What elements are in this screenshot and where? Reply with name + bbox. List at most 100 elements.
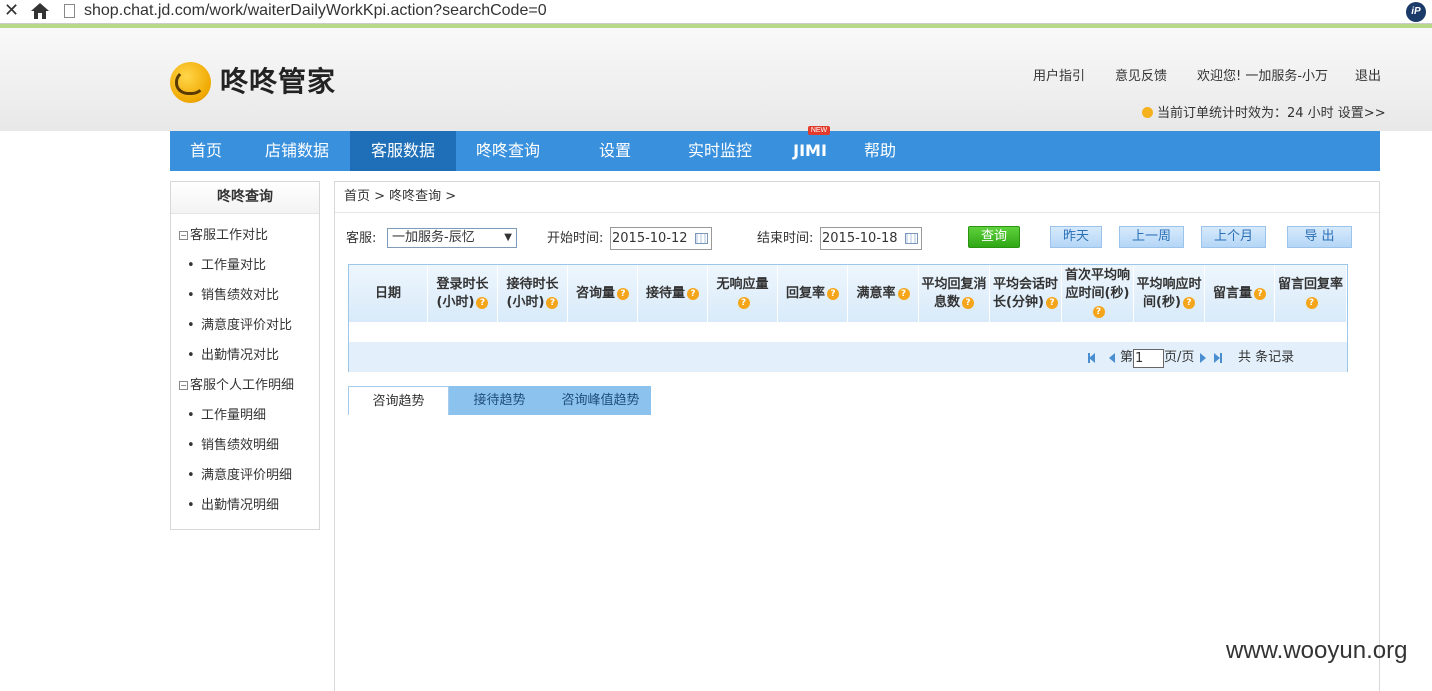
pagination-bar: 第 1 页/页 共 条记录 — [349, 342, 1347, 372]
nav-dongdong-query[interactable]: 咚咚查询 — [462, 131, 554, 171]
table-header-cell: 登录时长(小时)? — [428, 265, 498, 322]
main-panel — [334, 181, 1380, 691]
sidebar-group-detail[interactable]: − 客服个人工作明细 — [179, 377, 294, 395]
end-date-input[interactable]: 2015-10-18 — [820, 227, 922, 250]
help-icon[interactable]: ? — [897, 287, 910, 300]
nav-home[interactable]: 首页 — [170, 131, 242, 171]
export-button[interactable]: 导 出 — [1287, 226, 1352, 248]
help-icon[interactable]: ? — [737, 296, 750, 309]
table-header-cell: 平均回复消息数? — [919, 265, 990, 322]
sidebar: 咚咚查询 −客服工作对比 工作量对比 销售绩效对比 满意度评价对比 出勤情况对比… — [170, 181, 320, 530]
order-timing-hint[interactable]: 当前订单统计时效为：24 小时 设置>> — [1142, 105, 1386, 123]
start-time-label: 开始时间: — [547, 231, 604, 246]
main-nav: 首页 店铺数据 客服数据 咚咚查询 设置 实时监控 JIMI 帮助 — [170, 131, 1380, 171]
start-date-input[interactable]: 2015-10-12 — [610, 227, 712, 250]
logout-link[interactable]: 退出 — [1355, 68, 1381, 86]
sidebar-group-compare[interactable]: − 客服工作对比 — [179, 227, 268, 245]
help-icon[interactable]: ? — [1045, 296, 1058, 309]
table-header-row: 日期 登录时长(小时)? 接待时长(小时)? 咨询量? 接待量? 无响应量? 回复率? 满意率… — [349, 265, 1347, 322]
nav-jimi[interactable]: JIMI — [784, 131, 836, 171]
table-empty-row — [349, 322, 1347, 342]
nav-settings[interactable]: 设置 — [574, 131, 656, 171]
yesterday-button[interactable]: 昨天 — [1050, 226, 1102, 248]
nav-service-data[interactable]: 客服数据 — [350, 131, 456, 171]
kpi-table: 日期 登录时长(小时)? 接待时长(小时)? 咨询量? 接待量? 无响应量? 回复率? 满意率… — [348, 264, 1348, 372]
welcome-user: 欢迎您! 一加服务-小万 — [1197, 69, 1329, 84]
help-icon[interactable]: ? — [827, 287, 839, 300]
sidebar-title: 咚咚查询 — [171, 182, 319, 214]
sidebar-item-workload-compare[interactable]: 工作量对比 — [187, 257, 266, 275]
last-page-bar — [1220, 353, 1222, 363]
help-icon[interactable]: ? — [617, 287, 629, 300]
table-header-cell: 无响应量? — [708, 265, 778, 322]
feedback-link[interactable]: 意见反馈 — [1115, 68, 1167, 86]
first-page-bar — [1088, 353, 1090, 363]
help-icon[interactable]: ? — [1092, 305, 1105, 318]
total-records: 共 条记录 — [1238, 350, 1295, 365]
dropdown-arrow-icon[interactable]: ▼ — [504, 229, 512, 247]
help-icon[interactable]: ? — [546, 296, 559, 309]
sidebar-item-satisfaction-detail[interactable]: 满意度评价明细 — [187, 467, 292, 485]
page-icon — [64, 4, 75, 18]
help-icon[interactable]: ? — [1182, 296, 1195, 309]
tab-reception-trend[interactable]: 接待趋势 — [449, 386, 550, 415]
help-icon[interactable]: ? — [687, 287, 699, 300]
table-header-cell: 首次平均响应时间(秒)? — [1062, 265, 1134, 322]
nav-shop-data[interactable]: 店铺数据 — [250, 131, 344, 171]
calendar-icon[interactable] — [695, 233, 708, 244]
tab-consult-trend[interactable]: 咨询趋势 — [348, 386, 449, 415]
page-prefix: 第 — [1120, 350, 1134, 365]
url-text[interactable]: shop.chat.jd.com/work/waiterDailyWorkKpi… — [84, 1, 547, 21]
lightbulb-icon — [1142, 107, 1153, 118]
new-badge: NEW — [808, 126, 830, 135]
page-number-input[interactable]: 1 — [1133, 349, 1164, 368]
prev-page-icon[interactable] — [1109, 353, 1115, 363]
help-icon[interactable]: ? — [476, 296, 489, 309]
last-week-button[interactable]: 上一周 — [1119, 226, 1184, 248]
watermark: www.wooyun.org — [1226, 637, 1408, 664]
next-page-icon[interactable] — [1200, 353, 1206, 363]
user-guide-link[interactable]: 用户指引 — [1033, 68, 1085, 86]
last-month-button[interactable]: 上个月 — [1201, 226, 1266, 248]
sidebar-item-sales-detail[interactable]: 销售绩效明细 — [187, 437, 279, 455]
table-header-cell: 回复率? — [778, 265, 848, 322]
divider — [335, 212, 1379, 213]
trend-tabs: 咨询趋势 接待趋势 咨询峰值趋势 — [348, 386, 651, 415]
page-suffix: 页/页 — [1164, 350, 1195, 365]
collapse-icon[interactable]: − — [179, 231, 188, 240]
table-header-cell: 平均会话时长(分钟)? — [990, 265, 1062, 322]
sidebar-item-attendance-detail[interactable]: 出勤情况明细 — [187, 497, 279, 515]
url-field[interactable]: shop.chat.jd.com/work/waiterDailyWorkKpi… — [58, 1, 1398, 21]
tab-consult-peak-trend[interactable]: 咨询峰值趋势 — [550, 386, 651, 415]
browser-address-bar: ✕ shop.chat.jd.com/work/waiterDailyWorkK… — [0, 0, 1432, 24]
sidebar-item-workload-detail[interactable]: 工作量明细 — [187, 407, 266, 425]
table-header-cell: 平均响应时间(秒)? — [1134, 265, 1205, 322]
nav-help[interactable]: 帮助 — [850, 131, 910, 171]
calendar-icon[interactable] — [905, 233, 918, 244]
nav-realtime-monitor[interactable]: 实时监控 — [674, 131, 766, 171]
agent-select[interactable]: 一加服务-辰忆 ▼ — [387, 228, 517, 248]
help-icon[interactable]: ? — [1305, 296, 1318, 309]
help-icon[interactable]: ? — [1254, 287, 1266, 300]
breadcrumb: 首页 > 咚咚查询 > — [344, 189, 457, 204]
collapse-icon[interactable]: − — [179, 381, 188, 390]
close-icon[interactable]: ✕ — [4, 1, 19, 21]
home-icon[interactable] — [28, 1, 52, 21]
help-icon[interactable]: ? — [962, 296, 974, 309]
end-time-label: 结束时间: — [757, 231, 814, 246]
table-header-cell: 满意率? — [848, 265, 919, 322]
table-header-cell: 留言量? — [1205, 265, 1275, 322]
sidebar-item-attendance-compare[interactable]: 出勤情况对比 — [187, 347, 279, 365]
sidebar-item-sales-compare[interactable]: 销售绩效对比 — [187, 287, 279, 305]
table-header-cell: 接待量? — [638, 265, 708, 322]
dongdong-logo-icon — [170, 62, 211, 103]
logo-title: 咚咚管家 — [220, 65, 337, 98]
sidebar-item-satisfaction-compare[interactable]: 满意度评价对比 — [187, 317, 292, 335]
table-header-cell: 日期 — [349, 265, 428, 322]
agent-label: 客服: — [346, 231, 377, 246]
table-header-cell: 接待时长(小时)? — [498, 265, 568, 322]
table-header-cell: 咨询量? — [568, 265, 638, 322]
table-header-cell: 留言回复率? — [1275, 265, 1347, 322]
query-button[interactable]: 查询 — [968, 226, 1020, 248]
ip-extension-icon[interactable]: iP — [1406, 2, 1426, 22]
